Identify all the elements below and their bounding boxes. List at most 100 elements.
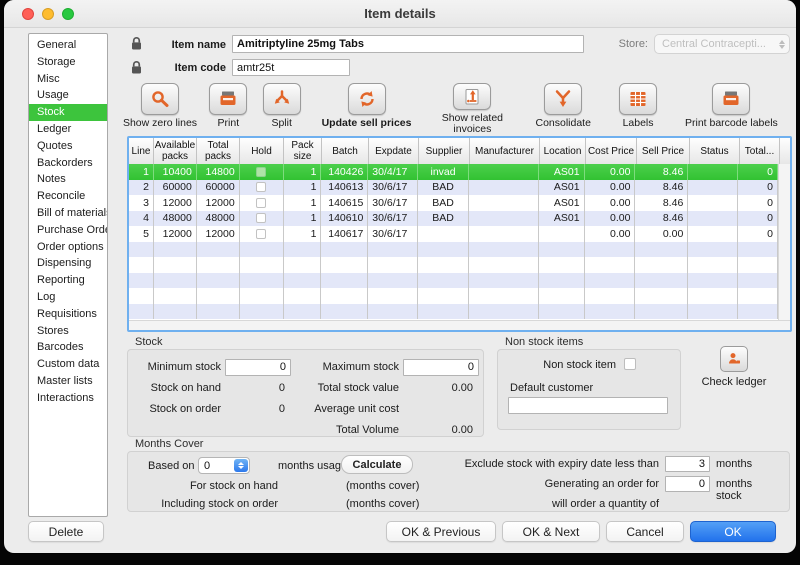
table-row-empty[interactable] xyxy=(129,257,778,273)
table-row[interactable]: 26000060000114061330/6/17BADAS010.008.46… xyxy=(129,180,778,196)
item-code-label: Item code xyxy=(134,62,226,74)
sidebar-item-quotes[interactable]: Quotes xyxy=(29,138,107,155)
generating-order-input[interactable] xyxy=(665,476,710,492)
show-zero-lines-button[interactable]: Show zero lines xyxy=(120,83,200,135)
cell-pack-size: 1 xyxy=(284,180,322,196)
table-row[interactable]: 31200012000114061530/6/17BADAS010.008.46… xyxy=(129,195,778,211)
cell-sell-price xyxy=(635,242,688,258)
column-header-location[interactable]: Location xyxy=(540,138,586,164)
table-row[interactable]: 44800048000114061030/6/17BADAS010.008.46… xyxy=(129,211,778,227)
default-customer-input[interactable] xyxy=(508,397,668,414)
print-button[interactable]: Print xyxy=(201,83,256,135)
item-code-input[interactable] xyxy=(232,59,350,76)
months-cover-group: Based on 0 months usage Calculate For st… xyxy=(127,451,790,512)
sidebar-item-bill-of-materials[interactable]: Bill of materials xyxy=(29,205,107,222)
table-row-empty[interactable] xyxy=(129,273,778,289)
exclude-expiry-input[interactable] xyxy=(665,456,710,472)
store-select[interactable]: Central Contracepti... xyxy=(654,34,790,54)
hold-checkbox[interactable] xyxy=(256,167,266,177)
minimum-stock-input[interactable] xyxy=(225,359,291,376)
based-on-select[interactable]: 0 xyxy=(198,457,250,474)
sidebar-item-interactions[interactable]: Interactions xyxy=(29,390,107,407)
cell-supplier: BAD xyxy=(418,195,469,211)
column-header-cost-price[interactable]: Cost Price xyxy=(586,138,637,164)
cell-batch: 140615 xyxy=(321,195,368,211)
sidebar-item-general[interactable]: General xyxy=(29,37,107,54)
sidebar-item-requisitions[interactable]: Requisitions xyxy=(29,306,107,323)
item-name-input[interactable] xyxy=(232,35,584,53)
cell-batch xyxy=(321,257,368,273)
maximum-stock-input[interactable] xyxy=(403,359,479,376)
delete-button[interactable]: Delete xyxy=(28,521,104,542)
generating-order-label: Generating an order for xyxy=(545,476,659,492)
table-row-empty[interactable] xyxy=(129,288,778,304)
check-ledger-button[interactable]: Check ledger xyxy=(692,346,776,388)
sidebar-item-notes[interactable]: Notes xyxy=(29,171,107,188)
sidebar-item-custom-data[interactable]: Custom data xyxy=(29,356,107,373)
vertical-scrollbar[interactable] xyxy=(778,164,790,320)
sidebar-item-usage[interactable]: Usage xyxy=(29,87,107,104)
column-header-total[interactable]: Total... xyxy=(740,138,780,164)
column-header-batch[interactable]: Batch xyxy=(322,138,369,164)
sidebar-item-order-options[interactable]: Order options xyxy=(29,239,107,256)
cell-manufacturer xyxy=(469,195,539,211)
sidebar-item-ledger[interactable]: Ledger xyxy=(29,121,107,138)
show-related-invoices-button[interactable]: Show related invoices xyxy=(426,83,518,135)
table-row-empty[interactable] xyxy=(129,304,778,320)
sidebar-item-barcodes[interactable]: Barcodes xyxy=(29,339,107,356)
sidebar-item-reconcile[interactable]: Reconcile xyxy=(29,188,107,205)
hold-checkbox[interactable] xyxy=(256,198,266,208)
labels-button[interactable]: Labels xyxy=(608,83,668,135)
cell-total-packs: 60000 xyxy=(197,180,240,196)
horizontal-scrollbar[interactable] xyxy=(129,320,790,330)
chevron-updown-icon xyxy=(779,40,785,49)
sidebar: GeneralStorageMiscUsageStockLedgerQuotes… xyxy=(28,33,108,517)
cell-hold xyxy=(240,180,284,196)
consolidate-button[interactable]: Consolidate xyxy=(519,83,607,135)
column-header-supplier[interactable]: Supplier xyxy=(419,138,470,164)
cancel-button[interactable]: Cancel xyxy=(606,521,684,542)
hold-checkbox[interactable] xyxy=(256,213,266,223)
ok-next-button[interactable]: OK & Next xyxy=(502,521,600,542)
ok-previous-button[interactable]: OK & Previous xyxy=(386,521,496,542)
non-stock-item-checkbox[interactable] xyxy=(624,358,636,370)
column-header-total-packs[interactable]: Total packs xyxy=(197,138,240,164)
print-barcode-labels-button[interactable]: Print barcode labels xyxy=(669,83,794,135)
sidebar-item-dispensing[interactable]: Dispensing xyxy=(29,255,107,272)
printer-icon xyxy=(209,83,247,115)
sidebar-item-log[interactable]: Log xyxy=(29,289,107,306)
sidebar-item-misc[interactable]: Misc xyxy=(29,71,107,88)
cell-status xyxy=(688,273,738,289)
split-button[interactable]: Split xyxy=(257,83,307,135)
table-row-empty[interactable] xyxy=(129,242,778,258)
sidebar-item-storage[interactable]: Storage xyxy=(29,54,107,71)
months-stock-unit: months stock xyxy=(716,476,761,502)
column-header-line[interactable]: Line xyxy=(129,138,154,164)
cell-manufacturer xyxy=(469,180,539,196)
table-row[interactable]: 11040014800114042630/4/17invadAS010.008.… xyxy=(129,164,778,180)
cell-total: 0 xyxy=(738,195,778,211)
sidebar-item-reporting[interactable]: Reporting xyxy=(29,272,107,289)
sidebar-item-stock[interactable]: Stock xyxy=(29,104,107,121)
hold-checkbox[interactable] xyxy=(256,229,266,239)
column-header-sell-price[interactable]: Sell Price xyxy=(637,138,690,164)
table-row[interactable]: 51200012000114061730/6/170.000.000 xyxy=(129,226,778,242)
column-header-manufacturer[interactable]: Manufacturer xyxy=(470,138,540,164)
sidebar-item-purchase-orders[interactable]: Purchase Orders xyxy=(29,222,107,239)
column-header-expdate[interactable]: Expdate xyxy=(369,138,419,164)
cell-expdate xyxy=(368,288,418,304)
column-header-pack-size[interactable]: Pack size xyxy=(284,138,322,164)
sidebar-item-master-lists[interactable]: Master lists xyxy=(29,373,107,390)
column-header-hold[interactable]: Hold xyxy=(240,138,284,164)
calculate-button[interactable]: Calculate xyxy=(341,455,413,474)
update-sell-prices-button[interactable]: Update sell prices xyxy=(308,83,426,135)
ok-button[interactable]: OK xyxy=(690,521,776,542)
column-header-available-packs[interactable]: Available packs xyxy=(154,138,197,164)
hold-checkbox[interactable] xyxy=(256,182,266,192)
column-header-status[interactable]: Status xyxy=(690,138,740,164)
cell-hold xyxy=(240,273,284,289)
sidebar-item-backorders[interactable]: Backorders xyxy=(29,155,107,172)
store-label: Store: xyxy=(602,38,648,50)
cell-total-packs xyxy=(197,257,240,273)
sidebar-item-stores[interactable]: Stores xyxy=(29,323,107,340)
